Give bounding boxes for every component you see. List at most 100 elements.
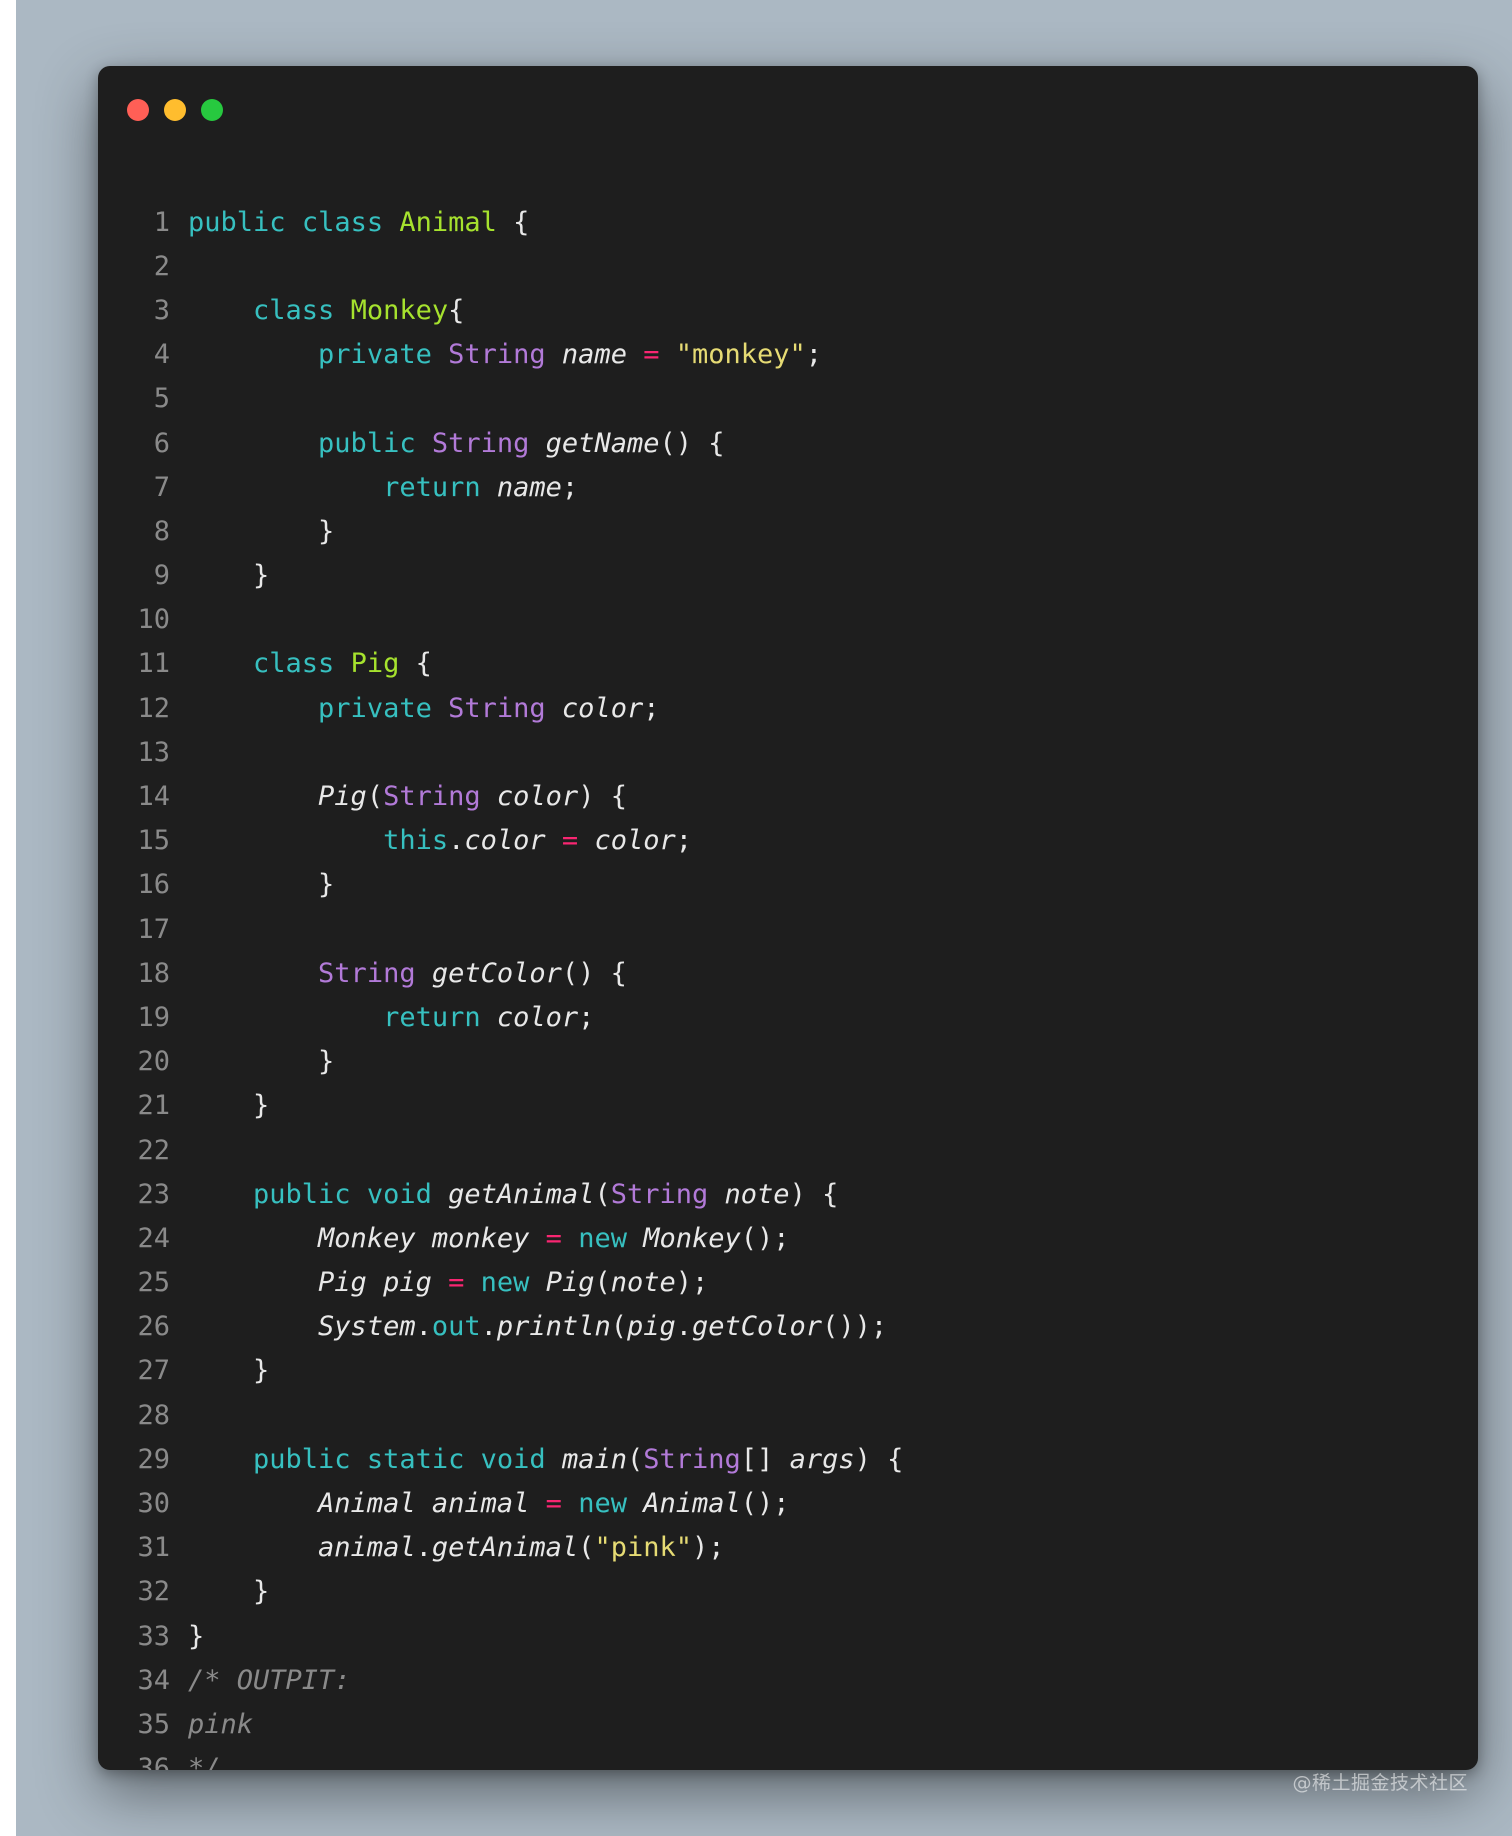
code-token: new (578, 1488, 627, 1520)
code-token: } (188, 1046, 335, 1078)
code-token: this (383, 825, 449, 857)
code-token: ( (610, 1311, 627, 1343)
code-token: } (188, 1090, 270, 1122)
line-number: 7 (153, 471, 170, 503)
code-text: public String getName() { (170, 428, 724, 459)
code-line: 2 (98, 244, 1478, 288)
code-line: 13 (98, 730, 1478, 774)
minimize-button[interactable] (164, 99, 186, 121)
code-text: Pig pig = new Pig(note); (170, 1267, 708, 1298)
code-token: name (561, 339, 627, 371)
code-line: 12 private String color; (98, 686, 1478, 730)
code-line: 22 (98, 1128, 1478, 1172)
line-number: 17 (137, 913, 170, 945)
code-text: } (170, 1046, 334, 1077)
line-number: 32 (137, 1576, 170, 1608)
code-token: } (188, 515, 335, 547)
code-token: public (253, 1178, 351, 1210)
code-token: args (789, 1443, 855, 1475)
code-line: 26 System.out.println(pig.getColor()); (98, 1305, 1478, 1349)
line-number: 34 (137, 1664, 170, 1696)
line-number: 26 (137, 1311, 170, 1343)
code-token: ) { (854, 1443, 904, 1475)
code-token: ; (675, 825, 692, 857)
code-token: color (594, 825, 676, 857)
code-text: private String name = "monkey"; (170, 339, 822, 370)
code-line: 17 (98, 907, 1478, 951)
code-token: private (318, 692, 432, 724)
code-line: 28 (98, 1393, 1478, 1437)
line-number: 13 (137, 736, 170, 768)
line-number: 14 (137, 781, 170, 813)
code-token: ( (594, 1267, 611, 1299)
code-token: pig (383, 1267, 432, 1299)
code-token: . (675, 1311, 693, 1343)
line-number: 16 (137, 869, 170, 901)
code-token: Monkey (318, 1222, 416, 1254)
line-number: 24 (137, 1222, 170, 1254)
code-token: name (496, 471, 562, 503)
code-token: [] (740, 1443, 790, 1475)
code-token: class (253, 294, 335, 326)
line-number: 8 (153, 515, 170, 547)
close-button[interactable] (127, 99, 149, 121)
code-text: return color; (170, 1002, 594, 1033)
code-token: */ (188, 1753, 221, 1770)
code-text: public class Animal { (170, 207, 529, 238)
code-token: ( (594, 1178, 611, 1210)
code-line: 29 public static void main(String[] args… (98, 1437, 1478, 1481)
code-token: String (610, 1178, 709, 1210)
code-text: class Monkey{ (170, 295, 464, 326)
code-token: getAnimal (431, 1532, 579, 1564)
code-line: 4 private String name = "monkey"; (98, 333, 1478, 377)
code-token: = (448, 1267, 465, 1299)
code-text: class Pig { (170, 648, 432, 679)
code-line: 23 public void getAnimal(String note) { (98, 1172, 1478, 1216)
code-line: 30 Animal animal = new Animal(); (98, 1481, 1478, 1525)
code-window: 1 public class Animal {2 3 class Monkey{4 … (98, 66, 1478, 1770)
maximize-button[interactable] (201, 99, 223, 121)
code-token: } (188, 1576, 270, 1608)
line-number: 25 (137, 1267, 170, 1299)
page-background: 1 public class Animal {2 3 class Monkey{4 … (16, 0, 1512, 1836)
code-line: 32 } (98, 1570, 1478, 1614)
code-token: { (448, 294, 465, 326)
code-token: color (496, 781, 579, 813)
code-token: Animal (399, 206, 497, 238)
line-number: 4 (153, 339, 170, 371)
line-number: 36 (137, 1753, 170, 1770)
code-token: } (188, 560, 270, 592)
code-token: void (480, 1443, 546, 1475)
code-token: note (610, 1267, 676, 1299)
code-line: 21 } (98, 1084, 1478, 1128)
code-token: } (188, 1620, 205, 1652)
code-token: monkey (431, 1222, 530, 1254)
code-token: ( (578, 1532, 595, 1564)
code-token: color (496, 1001, 579, 1033)
code-line: 27 } (98, 1349, 1478, 1393)
code-text: private String color; (170, 693, 659, 724)
code-text: animal.getAnimal("pink"); (170, 1532, 724, 1564)
